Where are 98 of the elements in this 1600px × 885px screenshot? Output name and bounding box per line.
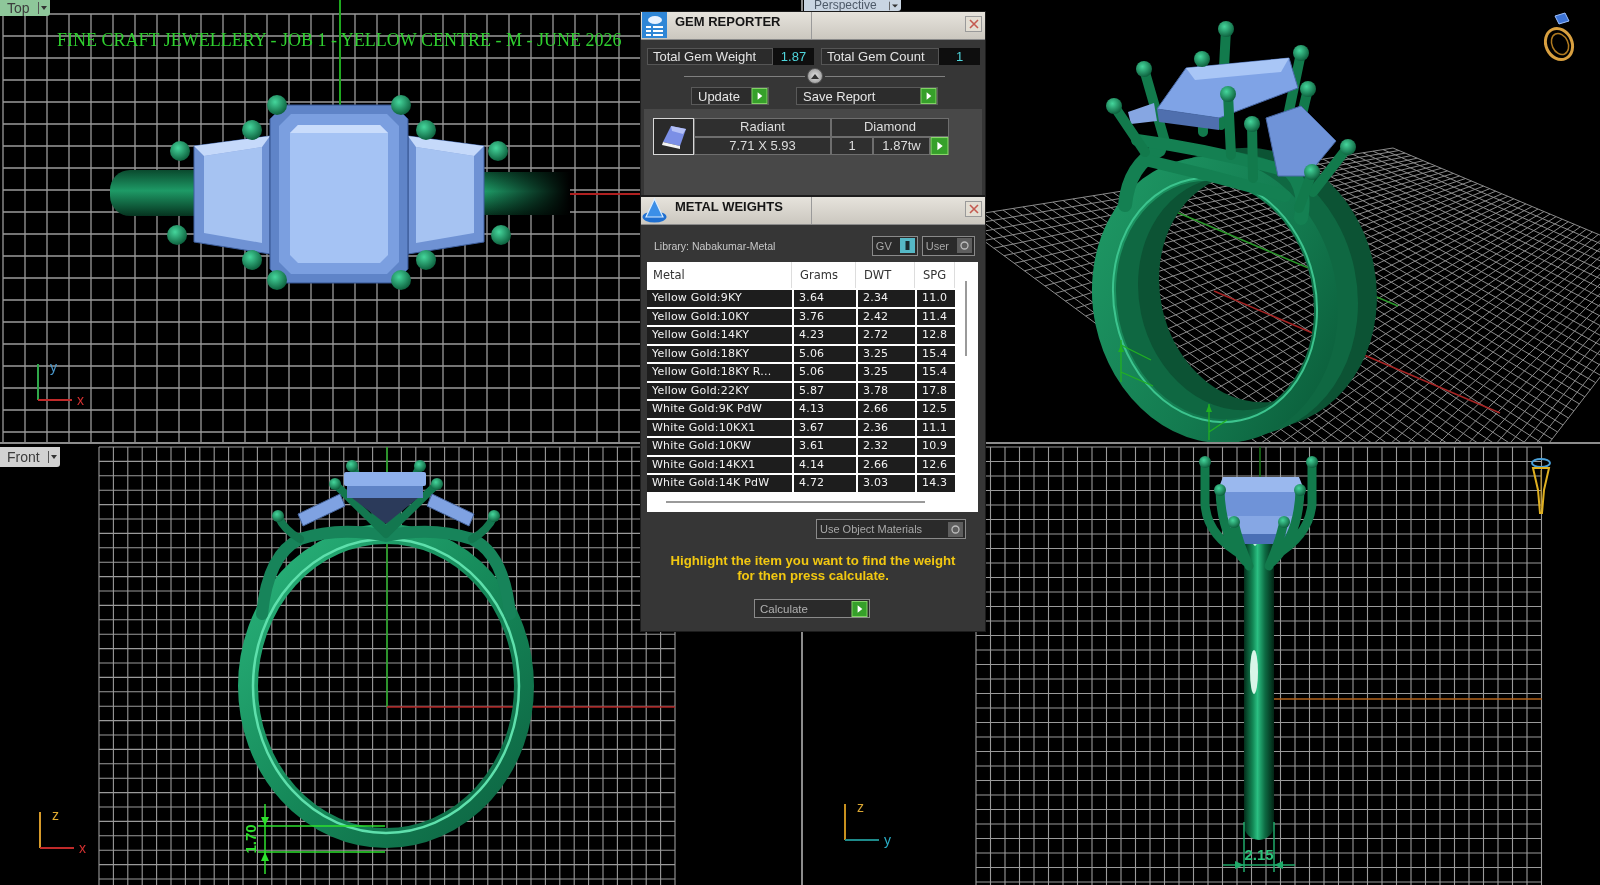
- table-cell: 3.64: [794, 290, 856, 307]
- table-cell: Yellow Gold:18KY: [647, 345, 792, 362]
- viewport-tab[interactable]: Front: [0, 447, 60, 467]
- axis-triad-icon: [39, 811, 75, 849]
- table-cell: Radiant: [694, 118, 831, 137]
- table-cell: 12.8: [917, 327, 955, 344]
- close-icon: [968, 19, 979, 29]
- table-cell: White Gold:14KX1: [647, 456, 792, 473]
- library-label: Library: Nabakumar-Metal: [654, 239, 776, 252]
- table-cell: 1: [831, 137, 873, 155]
- table-cell: 4.23: [794, 327, 856, 344]
- table-cell: 3.25: [858, 345, 915, 362]
- table-cell: 5.87: [794, 382, 856, 399]
- axis-triad-icon: [844, 803, 880, 841]
- table-cell: Yellow Gold:22KY: [647, 382, 792, 399]
- table-cell: 4.13: [794, 401, 856, 418]
- play-icon: [851, 600, 868, 617]
- dimension-line: [1118, 339, 1154, 387]
- play-icon: [751, 88, 768, 104]
- table-cell: 1.87tw: [873, 137, 930, 155]
- panel-title: GEM REPORTER: [675, 13, 782, 31]
- total-label: Total Gem Count: [821, 48, 939, 65]
- table-cell: 4.14: [794, 456, 856, 473]
- play-button[interactable]: [930, 137, 949, 155]
- caret-icon: [810, 73, 819, 79]
- viewport-tab[interactable]: Top: [0, 0, 50, 16]
- axis-label: y: [884, 832, 891, 848]
- table-cell: 5.06: [794, 364, 856, 381]
- table-cell: 11.4: [917, 308, 955, 325]
- table-cell: 17.8: [917, 382, 955, 399]
- horizontal-scrollbar[interactable]: [666, 500, 925, 503]
- table-cell: White Gold:9K PdW: [647, 401, 792, 418]
- table-cell: 3.61: [794, 438, 856, 455]
- table-cell: White Gold:14K PdW: [647, 475, 792, 492]
- axis-label: x: [79, 840, 86, 856]
- play-icon: [920, 88, 937, 104]
- close-button[interactable]: [965, 16, 982, 32]
- table-cell: White Gold:10KW: [647, 438, 792, 455]
- table-cell: Yellow Gold:18KY R...: [647, 364, 792, 381]
- hint-text: Highlight the item you want to find the weight for then press calculate.: [669, 553, 957, 583]
- table-cell: Yellow Gold:10KY: [647, 308, 792, 325]
- table-cell: 10.9: [917, 438, 955, 455]
- table-cell: 3.03: [858, 475, 915, 492]
- vertical-scrollbar[interactable]: [965, 281, 967, 356]
- toggle-switch[interactable]: Use Object Materials: [816, 519, 966, 539]
- table-cell: 2.66: [858, 401, 915, 418]
- total-label: Total Gem Weight: [647, 48, 773, 65]
- table-cell: 7.71 X 5.93: [694, 137, 831, 155]
- dimension-line: [1206, 403, 1228, 441]
- table-cell: Diamond: [831, 118, 949, 137]
- table-cell: 5.06: [794, 345, 856, 362]
- viewport-tab[interactable]: Perspective: [804, 0, 901, 11]
- toggle-switch[interactable]: GV: [871, 235, 918, 256]
- panel-title: METAL WEIGHTS: [675, 198, 784, 216]
- action-button[interactable]: Save Report: [796, 87, 938, 105]
- axis-label: x: [77, 392, 84, 408]
- action-button[interactable]: Update: [691, 87, 769, 105]
- table-cell: 2.34: [858, 290, 915, 307]
- gem-icon: [653, 118, 694, 155]
- caret-icon: [47, 450, 58, 464]
- table-cell: 15.4: [917, 364, 955, 381]
- table-cell: 11.1: [917, 419, 955, 436]
- table-cell: 12.6: [917, 456, 955, 473]
- table-cell: 3.67: [794, 419, 856, 436]
- dimension-label: 1.70: [241, 824, 259, 854]
- axis-triad-icon: [37, 363, 73, 401]
- table-cell: 2.32: [858, 438, 915, 455]
- total-value: 1: [939, 48, 980, 65]
- table-cell: 3.25: [858, 364, 915, 381]
- table-cell: 2.72: [858, 327, 915, 344]
- calculate-button[interactable]: Calculate: [754, 599, 870, 618]
- total-value: 1.87: [773, 48, 814, 65]
- table-cell: 2.36: [858, 419, 915, 436]
- table-cell: 14.3: [917, 475, 955, 492]
- table-cell: 4.72: [794, 475, 856, 492]
- table-cell: 15.4: [917, 345, 955, 362]
- close-button[interactable]: [965, 201, 982, 217]
- collapse-button[interactable]: [806, 68, 823, 84]
- table-cell: 2.42: [858, 308, 915, 325]
- axis-label: z: [857, 799, 864, 815]
- axis-label: y: [50, 359, 57, 375]
- table-cell: 3.78: [858, 382, 915, 399]
- table-cell: 3.76: [794, 308, 856, 325]
- play-icon: [930, 137, 949, 155]
- table-cell: Yellow Gold:9KY: [647, 290, 792, 307]
- table-cell: White Gold:10KX1: [647, 419, 792, 436]
- caret-icon: [37, 1, 48, 15]
- table-cell: Yellow Gold:14KY: [647, 327, 792, 344]
- axis-label: z: [52, 807, 59, 823]
- cone-icon: [1531, 458, 1551, 514]
- report-icon: [642, 12, 667, 38]
- close-icon: [968, 204, 979, 214]
- table-cell: 11.0: [917, 290, 955, 307]
- table-cell: 12.5: [917, 401, 955, 418]
- toggle-switch[interactable]: User: [921, 235, 975, 256]
- table-cell: 2.66: [858, 456, 915, 473]
- pyramid-icon: [642, 197, 667, 223]
- ring-icon: [1543, 12, 1575, 61]
